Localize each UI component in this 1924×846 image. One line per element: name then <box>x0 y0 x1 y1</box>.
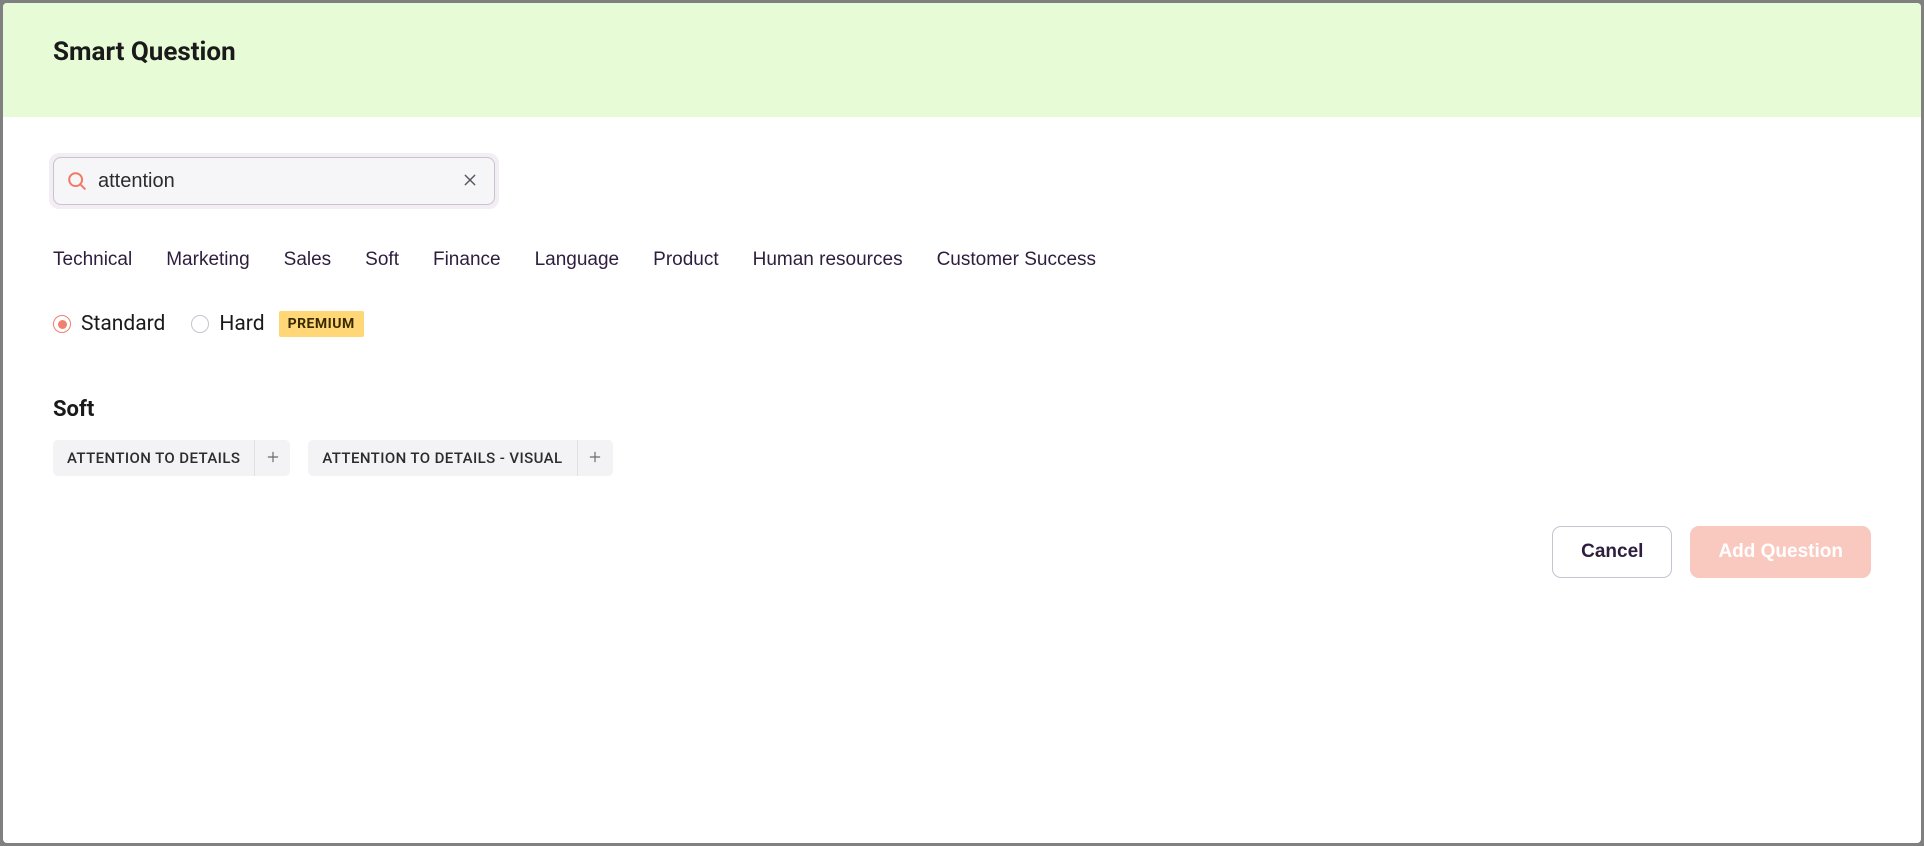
chip-label: ATTENTION TO DETAILS - VISUAL <box>308 440 576 476</box>
chip-label: ATTENTION TO DETAILS <box>53 440 254 476</box>
cancel-button[interactable]: Cancel <box>1552 526 1672 578</box>
radio-icon <box>191 315 209 333</box>
clear-search-button[interactable] <box>458 168 482 195</box>
tab-customer-success[interactable]: Customer Success <box>937 249 1096 271</box>
modal-header: Smart Question <box>3 3 1921 117</box>
tab-soft[interactable]: Soft <box>365 249 399 271</box>
tab-finance[interactable]: Finance <box>433 249 501 271</box>
search-box[interactable] <box>53 157 495 205</box>
chip-attention-to-details: ATTENTION TO DETAILS <box>53 440 290 476</box>
smart-question-modal: Smart Question <box>3 3 1921 843</box>
chip-attention-to-details-visual: ATTENTION TO DETAILS - VISUAL <box>308 440 612 476</box>
difficulty-row: Standard Hard PREMIUM <box>53 311 1871 337</box>
radio-label: Hard <box>219 312 264 336</box>
tab-sales[interactable]: Sales <box>284 249 332 271</box>
search-input[interactable] <box>98 170 458 193</box>
close-icon <box>462 172 478 191</box>
tab-human-resources[interactable]: Human resources <box>753 249 903 271</box>
plus-icon <box>266 450 280 467</box>
tab-marketing[interactable]: Marketing <box>166 249 249 271</box>
category-tabs: Technical Marketing Sales Soft Finance L… <box>53 249 1871 271</box>
premium-badge: PREMIUM <box>279 311 364 337</box>
add-question-button[interactable]: Add Question <box>1690 526 1871 578</box>
difficulty-radio-hard[interactable]: Hard <box>191 312 264 336</box>
tab-product[interactable]: Product <box>653 249 718 271</box>
modal-body: Technical Marketing Sales Soft Finance L… <box>3 117 1921 843</box>
radio-label: Standard <box>81 312 165 336</box>
chips-row: ATTENTION TO DETAILS ATTENTION TO DETAIL… <box>53 440 1871 476</box>
search-container <box>53 157 495 205</box>
results-section-title: Soft <box>53 397 1871 422</box>
modal-title: Smart Question <box>53 37 1871 67</box>
plus-icon <box>588 450 602 467</box>
search-icon <box>66 170 88 192</box>
chip-add-button[interactable] <box>577 440 613 476</box>
tab-technical[interactable]: Technical <box>53 249 132 271</box>
tab-language[interactable]: Language <box>535 249 620 271</box>
radio-icon <box>53 315 71 333</box>
chip-add-button[interactable] <box>254 440 290 476</box>
modal-footer: Cancel Add Question <box>53 526 1871 578</box>
difficulty-radio-standard[interactable]: Standard <box>53 312 165 336</box>
